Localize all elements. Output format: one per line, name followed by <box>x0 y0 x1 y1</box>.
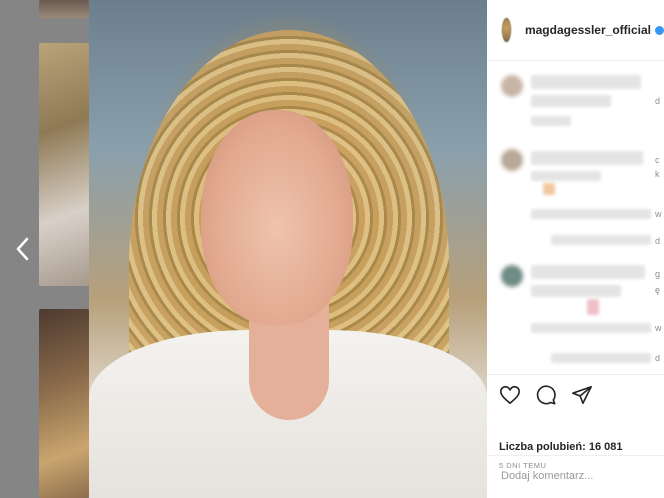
comment-fragment: w <box>655 323 662 333</box>
post-header: magdagessler_official <box>487 0 664 61</box>
blurred-comment <box>531 151 643 165</box>
username-link[interactable]: magdagessler_official <box>525 23 651 37</box>
comment-fragment: d <box>655 96 661 106</box>
background-thumbnail[interactable] <box>39 43 89 286</box>
blurred-comment <box>531 75 641 89</box>
comment-icon[interactable] <box>535 384 557 411</box>
avatar <box>501 149 523 171</box>
comment-fragment: g <box>655 269 661 279</box>
comment-fragment: k <box>655 169 660 179</box>
avatar <box>501 265 523 287</box>
avatar[interactable] <box>501 17 512 43</box>
comments-list: d c k w d g ę w d <box>487 61 664 373</box>
chevron-left-icon[interactable] <box>12 236 34 262</box>
comment-fragment: c <box>655 155 660 165</box>
comment-fragment: w <box>655 209 662 219</box>
post-photo <box>89 0 487 498</box>
background-thumbnail[interactable] <box>39 309 89 498</box>
comment-fragment: ę <box>655 285 661 295</box>
post-sidebar: magdagessler_official d c k w d g ę w d … <box>487 0 664 498</box>
avatar <box>501 75 523 97</box>
heart-icon[interactable] <box>499 384 521 411</box>
comment-fragment: d <box>655 353 661 363</box>
likes-count[interactable]: Liczba polubień: 16 081 <box>499 441 623 453</box>
comment-input[interactable] <box>499 469 663 483</box>
post-modal: magdagessler_official d c k w d g ę w d … <box>89 0 664 498</box>
comment-fragment: d <box>655 236 661 246</box>
verified-badge-icon <box>655 25 664 35</box>
share-icon[interactable] <box>571 384 593 411</box>
comment-bar <box>487 455 664 498</box>
post-actions: Liczba polubień: 16 081 5 DNI TEMU <box>487 374 664 470</box>
blurred-comment <box>531 265 645 279</box>
background-thumbnail[interactable] <box>39 0 89 18</box>
